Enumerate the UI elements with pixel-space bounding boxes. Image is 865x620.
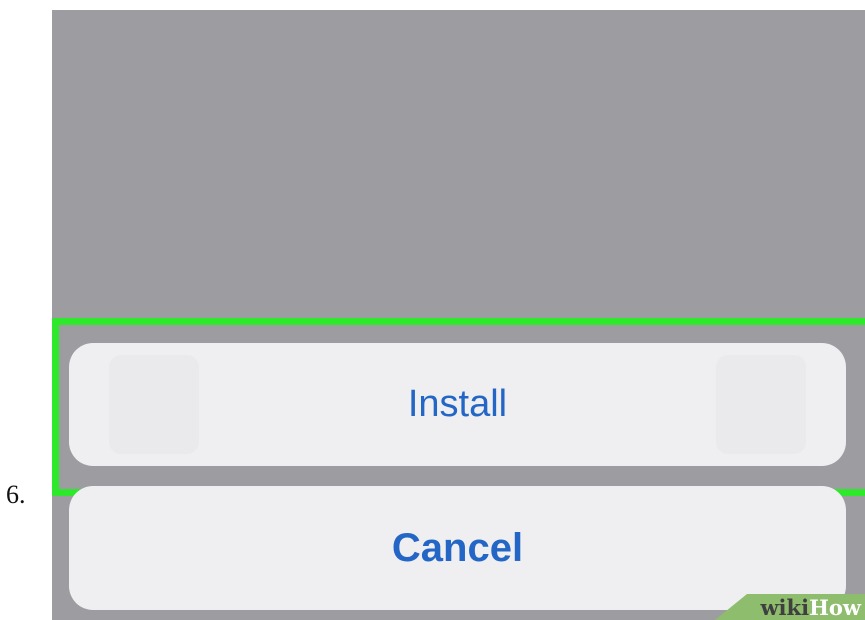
cancel-button[interactable]: Cancel [69, 486, 846, 610]
watermark-wiki: wiki [760, 594, 810, 620]
step-number: 6. [6, 480, 26, 509]
cancel-button-label: Cancel [391, 525, 524, 570]
phone-screen: Install Cancel wiki How [52, 10, 865, 620]
highlight-box [52, 318, 865, 496]
watermark-how: How [809, 594, 861, 620]
